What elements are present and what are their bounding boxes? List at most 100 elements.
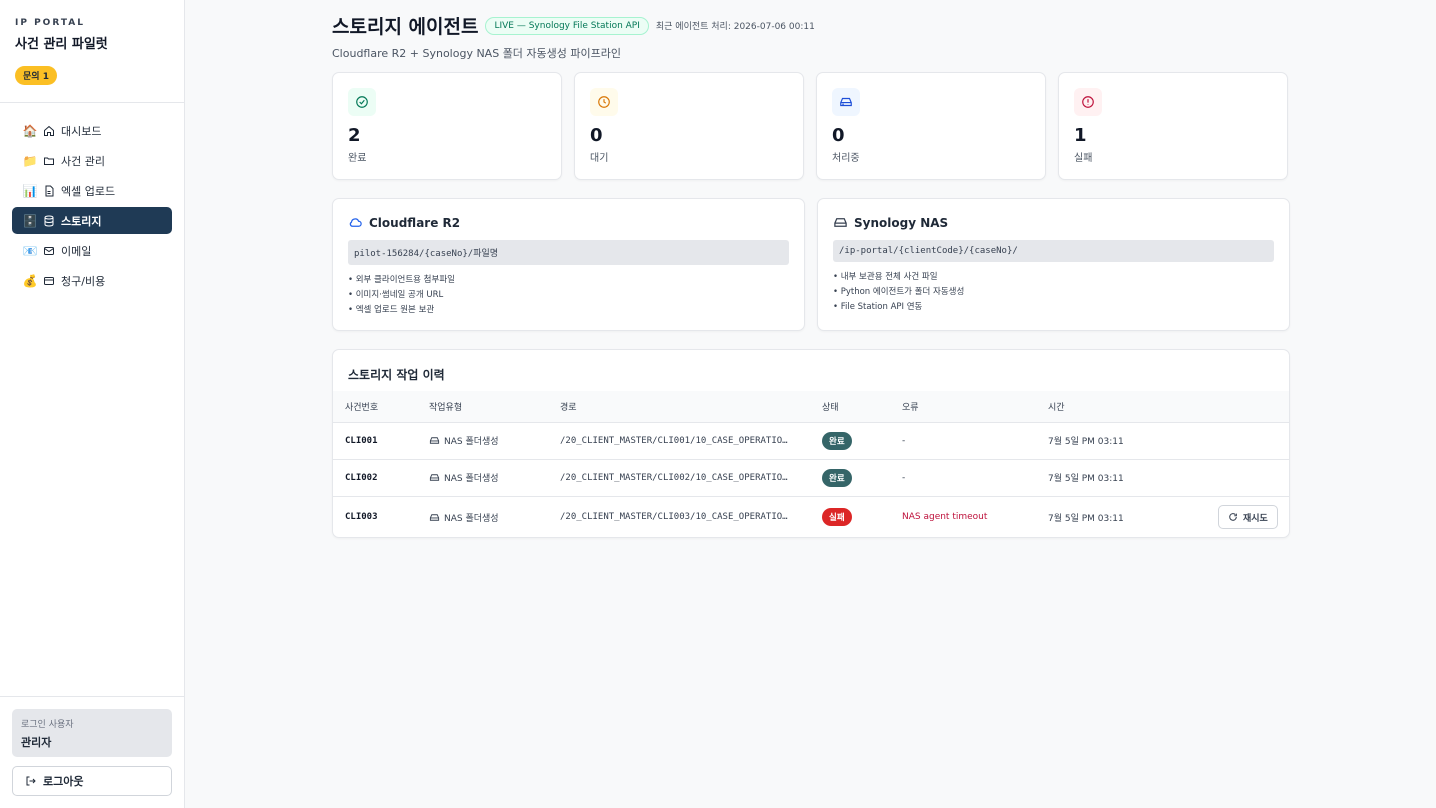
page-header: 스토리지 에이전트 LIVE — Synology File Station A…	[332, 0, 1290, 72]
logout-button[interactable]: 로그아웃	[12, 766, 172, 796]
retry-button[interactable]: 재시도	[1218, 505, 1278, 530]
clock-icon	[590, 88, 618, 116]
error-cell: NAS agent timeout	[902, 512, 988, 523]
hard-drive-icon	[429, 437, 440, 444]
col-header-actions	[1206, 391, 1289, 423]
folder-icon	[42, 154, 56, 168]
sidebar-nav: 🏠 대시보드 📁 사건 관리 📊 엑셀 업로드 🗄️ 스토리지 📧 이메일 💰	[0, 103, 184, 311]
r2-path: pilot-156284/{caseNo}/파일명	[348, 240, 789, 265]
stat-label: 대기	[590, 153, 609, 164]
error-cell: -	[890, 459, 1036, 497]
storage-targets: Cloudflare R2 pilot-156284/{caseNo}/파일명 …	[332, 198, 1290, 331]
stat-card-failed: 1 실패	[1058, 72, 1288, 180]
sidebar-item-label: 엑셀 업로드	[61, 184, 116, 198]
database-icon	[42, 214, 56, 228]
nas-card: Synology NAS /ip-portal/{clientCode}/{ca…	[817, 198, 1290, 331]
job-path: /20_CLIENT_MASTER/CLI002/10_CASE_OPERATI…	[548, 459, 810, 497]
job-path: /20_CLIENT_MASTER/CLI003/10_CASE_OPERATI…	[560, 512, 788, 523]
sidebar-item-label: 스토리지	[61, 214, 102, 228]
user-box: 로그인 사용자 관리자	[12, 709, 172, 757]
brand-title: 사건 관리 파일럿	[15, 37, 108, 52]
time-cell: 7월 5일 PM 03:11	[1036, 422, 1206, 460]
job-path: /20_CLIENT_MASTER/CLI001/10_CASE_OPERATI…	[548, 422, 810, 460]
stat-card-completed: 2 완료	[332, 72, 562, 180]
list-item: Python 에이전트가 폴더 자동생성	[833, 285, 1274, 300]
nas-title: Synology NAS	[854, 215, 949, 230]
list-item: 외부 클라이언트용 첨부파일	[348, 273, 789, 288]
time-cell: 7월 5일 PM 03:11	[1048, 513, 1124, 524]
job-type: NAS 폴더생성	[444, 474, 499, 484]
r2-title: Cloudflare R2	[369, 215, 461, 230]
page-title: 스토리지 에이전트	[332, 16, 479, 38]
storage-job-log: 스토리지 작업 이력 사건번호 작업유형 경로 상태 오류 시간 CLI001 …	[332, 349, 1290, 538]
check-circle-icon	[348, 88, 376, 116]
col-header-error: 오류	[890, 391, 1036, 423]
logout-icon	[26, 776, 36, 786]
col-header-status: 상태	[810, 391, 890, 423]
job-type-cell: NAS 폴더생성	[417, 422, 548, 460]
table-row: CLI003 NAS 폴더생성 /20_CLIENT_MASTER/CLI003…	[333, 496, 1289, 537]
list-item: 엑셀 업로드 원본 보관	[348, 303, 789, 318]
brand-kicker: IP PORTAL	[15, 18, 85, 28]
nas-bullets: 내부 보관용 전체 사건 파일 Python 에이전트가 폴더 자동생성 Fil…	[833, 270, 1274, 315]
case-number: CLI003	[345, 512, 378, 523]
status-badge: 실패	[822, 508, 852, 527]
table-row: CLI002 NAS 폴더생성 /20_CLIENT_MASTER/CLI002…	[333, 459, 1289, 497]
cabinet-emoji-icon: 🗄️	[22, 213, 38, 228]
actions-cell: 재시도	[1206, 496, 1289, 537]
sidebar-footer: 로그인 사용자 관리자 로그아웃	[0, 696, 184, 808]
actions-cell	[1206, 459, 1289, 497]
stat-label: 처리중	[832, 153, 860, 164]
user-label: 로그인 사용자	[21, 720, 74, 730]
mail-icon	[42, 244, 56, 258]
mail-emoji-icon: 📧	[22, 243, 38, 258]
chart-emoji-icon: 📊	[22, 183, 38, 198]
brand-block: IP PORTAL 사건 관리 파일럿 문의 1	[0, 0, 184, 103]
page-subtitle: Cloudflare R2 + Synology NAS 폴더 자동생성 파이프…	[332, 47, 622, 60]
job-table: 사건번호 작업유형 경로 상태 오류 시간 CLI001 NAS 폴더생성 /2…	[333, 391, 1289, 537]
sidebar-item-cases[interactable]: 📁 사건 관리	[12, 147, 172, 174]
folder-emoji-icon: 📁	[22, 153, 38, 168]
sidebar-item-storage[interactable]: 🗄️ 스토리지	[12, 207, 172, 234]
col-header-type: 작업유형	[417, 391, 548, 423]
job-type-cell: NAS 폴더생성	[417, 496, 548, 537]
nas-path: /ip-portal/{clientCode}/{caseNo}/	[833, 240, 1274, 262]
sidebar-item-billing[interactable]: 💰 청구/비용	[12, 267, 172, 294]
error-cell: -	[890, 422, 1036, 460]
inquiry-badge[interactable]: 문의 1	[15, 66, 57, 85]
stat-value: 1	[1074, 125, 1087, 146]
status-cell: 완료	[810, 422, 890, 460]
hard-drive-icon	[834, 218, 847, 227]
house-emoji-icon: 🏠	[22, 123, 38, 138]
sidebar: IP PORTAL 사건 관리 파일럿 문의 1 🏠 대시보드 📁 사건 관리 …	[0, 0, 185, 808]
live-status-badge: LIVE — Synology File Station API	[485, 16, 649, 35]
stat-label: 실패	[1074, 153, 1093, 164]
job-type-cell: NAS 폴더생성	[417, 459, 548, 497]
hard-drive-icon	[429, 474, 440, 481]
list-item: 이미지·썸네일 공개 URL	[348, 288, 789, 303]
actions-cell	[1206, 422, 1289, 460]
job-type: NAS 폴더생성	[444, 437, 499, 447]
col-header-case: 사건번호	[333, 391, 417, 423]
case-number: CLI002	[333, 459, 417, 497]
col-header-time: 시간	[1036, 391, 1206, 423]
sidebar-item-label: 대시보드	[61, 124, 102, 138]
sidebar-item-email[interactable]: 📧 이메일	[12, 237, 172, 264]
status-cell: 실패	[810, 496, 890, 537]
sidebar-item-label: 이메일	[61, 244, 92, 258]
time-cell: 7월 5일 PM 03:11	[1036, 459, 1206, 497]
stat-value: 0	[832, 125, 845, 146]
list-item: 내부 보관용 전체 사건 파일	[833, 270, 1274, 285]
sidebar-item-dashboard[interactable]: 🏠 대시보드	[12, 117, 172, 144]
home-icon	[42, 124, 56, 138]
list-item: File Station API 연동	[833, 300, 1274, 315]
status-badge: 완료	[822, 431, 852, 450]
stat-card-pending: 0 대기	[574, 72, 804, 180]
table-row: CLI001 NAS 폴더생성 /20_CLIENT_MASTER/CLI001…	[333, 422, 1289, 460]
file-icon	[42, 184, 56, 198]
stat-value: 2	[348, 125, 361, 146]
cloud-icon	[349, 218, 362, 227]
sidebar-item-excel-upload[interactable]: 📊 엑셀 업로드	[12, 177, 172, 204]
status-cell: 완료	[810, 459, 890, 497]
stat-label: 완료	[348, 153, 367, 164]
